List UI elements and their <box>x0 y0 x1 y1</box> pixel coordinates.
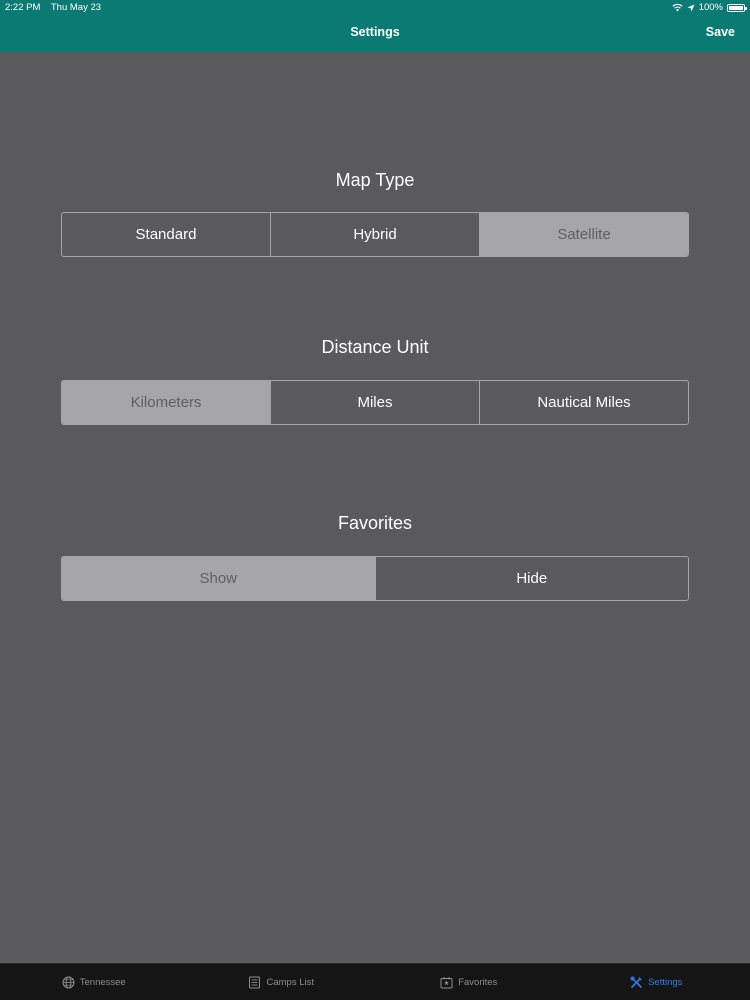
favorites-hide-segment[interactable]: Hide <box>376 557 689 600</box>
distance-unit-kilometers-segment[interactable]: Kilometers <box>62 381 271 424</box>
tools-icon <box>630 976 643 988</box>
globe-icon <box>62 976 75 988</box>
tab-tennessee-label: Tennessee <box>79 976 126 988</box>
battery-icon <box>727 3 747 12</box>
distance-unit-title: Distance Unit <box>321 337 429 357</box>
tab-camps-list[interactable]: Camps List <box>188 964 376 1000</box>
distance-unit-segmented-control: Kilometers Miles Nautical Miles <box>61 380 689 425</box>
map-type-hybrid-segment[interactable]: Hybrid <box>271 213 480 256</box>
map-type-title: Map Type <box>335 170 415 190</box>
tab-bar: Tennessee Camps List Favorites Settings <box>0 963 750 1000</box>
location-arrow-icon <box>687 4 695 11</box>
favorites-segmented-control: Show Hide <box>61 556 689 601</box>
distance-unit-nautical-miles-segment[interactable]: Nautical Miles <box>480 381 688 424</box>
status-date: Thu May 23 <box>50 2 102 13</box>
status-left: 2:22 PM Thu May 23 <box>5 2 109 13</box>
tab-settings[interactable]: Settings <box>563 964 750 1000</box>
favorites-show-segment[interactable]: Show <box>62 557 376 600</box>
tab-favorites-label: Favorites <box>458 976 498 988</box>
distance-unit-miles-segment[interactable]: Miles <box>271 381 480 424</box>
map-type-standard-segment[interactable]: Standard <box>62 213 271 256</box>
favorites-title: Favorites <box>337 513 413 533</box>
map-type-segmented-control: Standard Hybrid Satellite <box>61 212 689 257</box>
status-bar: 2:22 PM Thu May 23 100% <box>0 0 750 14</box>
favorites-icon <box>440 976 453 988</box>
tab-tennessee[interactable]: Tennessee <box>0 964 188 1000</box>
tab-camps-list-label: Camps List <box>266 976 314 988</box>
wifi-icon <box>672 3 683 12</box>
status-right: 100% <box>672 2 747 13</box>
save-button[interactable]: Save <box>706 25 735 39</box>
battery-percent: 100% <box>698 2 723 13</box>
navigation-header: 2:22 PM Thu May 23 100% Settings Save <box>0 0 750 52</box>
list-icon <box>249 976 261 988</box>
page-title: Settings <box>350 25 400 39</box>
status-time: 2:22 PM <box>5 2 41 13</box>
tab-favorites[interactable]: Favorites <box>375 964 563 1000</box>
map-type-satellite-segment[interactable]: Satellite <box>480 213 688 256</box>
tab-settings-label: Settings <box>648 976 683 988</box>
